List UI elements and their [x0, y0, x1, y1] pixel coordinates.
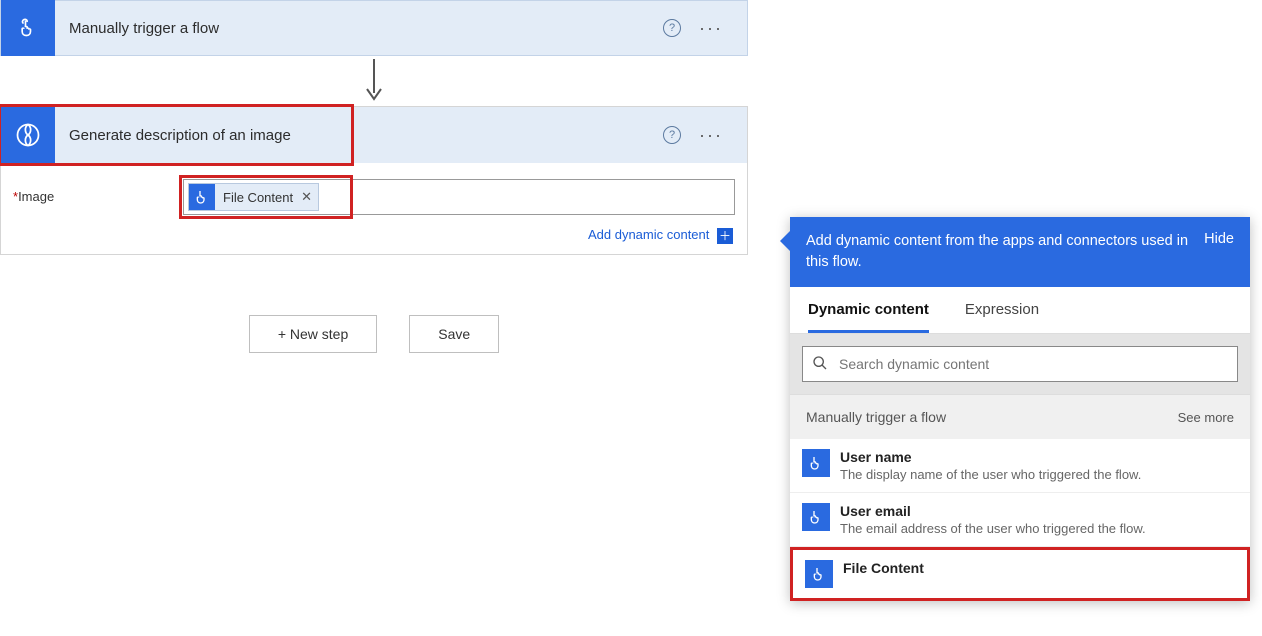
dyn-item-file-content[interactable]: File Content	[790, 547, 1250, 601]
flyout-tabs: Dynamic content Expression	[790, 287, 1250, 334]
save-button[interactable]: Save	[409, 315, 499, 353]
tab-expression[interactable]: Expression	[965, 287, 1039, 333]
add-dynamic-content-button[interactable]: ＋	[717, 228, 733, 244]
more-icon[interactable]: ···	[699, 18, 723, 39]
flyout-header-text: Add dynamic content from the apps and co…	[806, 231, 1188, 273]
hide-link[interactable]: Hide	[1188, 231, 1234, 247]
dyn-item-user-name[interactable]: User name The display name of the user w…	[790, 439, 1250, 493]
item-name: User email	[840, 503, 1146, 519]
tap-icon	[802, 449, 830, 477]
trigger-title: Manually trigger a flow	[55, 20, 663, 37]
group-title: Manually trigger a flow	[806, 409, 1178, 425]
dyn-item-user-email[interactable]: User email The email address of the user…	[790, 493, 1250, 547]
item-name: User name	[840, 449, 1141, 465]
item-desc: The email address of the user who trigge…	[840, 521, 1146, 536]
more-icon[interactable]: ···	[699, 125, 723, 146]
token-label: File Content	[223, 190, 293, 205]
item-name: File Content	[843, 560, 924, 576]
field-label: *Image	[13, 179, 183, 204]
item-desc: The display name of the user who trigger…	[840, 467, 1141, 482]
see-more-link[interactable]: See more	[1178, 410, 1234, 425]
action-title: Generate description of an image	[55, 127, 663, 144]
action-header[interactable]: Generate description of an image ? ···	[1, 107, 747, 163]
connector-arrow	[0, 56, 748, 106]
search-icon	[812, 355, 828, 376]
tap-icon	[802, 503, 830, 531]
new-step-button[interactable]: + New step	[249, 315, 377, 353]
tab-dynamic-content[interactable]: Dynamic content	[808, 287, 929, 333]
dynamic-content-flyout: Add dynamic content from the apps and co…	[790, 217, 1250, 601]
remove-token-icon[interactable]: ✕	[301, 189, 312, 205]
search-input[interactable]	[802, 346, 1238, 382]
action-icon	[1, 107, 55, 163]
token-file-content[interactable]: File Content ✕	[188, 183, 319, 211]
trigger-icon	[1, 0, 55, 56]
help-icon[interactable]: ?	[663, 126, 681, 144]
tap-icon	[189, 184, 215, 210]
help-icon[interactable]: ?	[663, 19, 681, 37]
flyout-pointer	[780, 231, 790, 251]
tap-icon	[805, 560, 833, 588]
add-dynamic-content-link[interactable]: Add dynamic content	[588, 227, 709, 242]
image-input[interactable]: File Content ✕	[183, 179, 735, 215]
trigger-card[interactable]: Manually trigger a flow ? ···	[0, 0, 748, 56]
action-card: Generate description of an image ? ··· *…	[0, 106, 748, 255]
